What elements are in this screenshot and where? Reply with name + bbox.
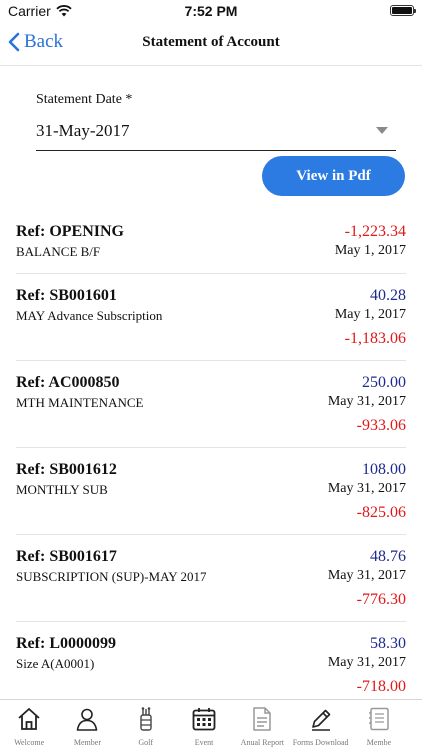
statement-date-value: 31-May-2017	[36, 121, 130, 140]
pencil-icon	[311, 709, 330, 731]
entry-amount: 40.28	[370, 287, 406, 304]
entry-balance: -933.06	[356, 417, 406, 434]
home-icon	[18, 708, 40, 730]
tab-label: Membe	[366, 738, 392, 747]
tab-label: Forms Download	[292, 738, 349, 747]
tab-label: Member	[73, 738, 101, 747]
statement-list[interactable]: Ref: OPENING BALANCE B/F -1,223.34 May 1…	[0, 210, 422, 699]
calendar-icon	[192, 708, 216, 731]
tab-welcome[interactable]: Welcome	[0, 700, 58, 750]
entry-description: MTH MAINTENANCE	[16, 395, 144, 410]
document-icon	[253, 707, 272, 731]
entry-description: MONTHLY SUB	[16, 482, 108, 497]
tab-label: Anual Report	[240, 738, 284, 747]
entry-amount: 108.00	[362, 461, 406, 478]
entry-balance: -825.06	[356, 504, 406, 521]
entry-date: May 31, 2017	[327, 394, 406, 409]
tab-event[interactable]: Event	[175, 700, 233, 750]
list-item[interactable]: Ref: OPENING BALANCE B/F -1,223.34 May 1…	[16, 210, 406, 274]
page-title: Statement of Account	[142, 34, 280, 50]
navigation-bar: Back Statement of Account	[0, 22, 422, 66]
statement-date-label: Statement Date *	[36, 92, 133, 107]
entry-description: BALANCE B/F	[16, 244, 101, 259]
entry-amount: 48.76	[370, 548, 406, 565]
entry-amount: 250.00	[362, 374, 406, 391]
entry-balance: -1,183.06	[344, 330, 406, 347]
entry-amount: 58.30	[370, 635, 406, 652]
tab-label: Event	[194, 738, 214, 747]
golf-bag-icon	[140, 707, 152, 731]
battery-icon	[390, 5, 416, 16]
entry-ref: Ref: AC000850	[16, 374, 120, 391]
entry-description: Size A(A0001)	[16, 656, 95, 671]
entry-description: SUBSCRIPTION (SUP)-MAY 2017	[16, 569, 207, 584]
tab-membership[interactable]: Membe	[350, 700, 408, 750]
entry-ref: Ref: SB001612	[16, 461, 117, 478]
status-bar: Carrier 7:52 PM	[0, 0, 422, 22]
tab-label: Welcome	[14, 738, 45, 747]
entry-date: May 31, 2017	[327, 655, 406, 670]
entry-ref: Ref: SB001617	[16, 548, 117, 565]
list-item[interactable]: Ref: SB001601 MAY Advance Subscription 4…	[16, 274, 406, 361]
entry-amount: -1,223.34	[344, 223, 406, 240]
entry-ref: Ref: OPENING	[16, 223, 124, 240]
tab-annual-report[interactable]: Anual Report	[233, 700, 291, 750]
tab-member[interactable]: Member	[58, 700, 116, 750]
entry-date: May 31, 2017	[327, 481, 406, 496]
entry-date: May 1, 2017	[334, 243, 406, 258]
entry-ref: Ref: L0000099	[16, 635, 116, 652]
list-item[interactable]: Ref: SB001612 MONTHLY SUB 108.00 May 31,…	[16, 448, 406, 535]
entry-balance: -776.30	[356, 591, 406, 608]
entry-date: May 31, 2017	[327, 568, 406, 583]
entry-description: MAY Advance Subscription	[16, 308, 163, 323]
list-item[interactable]: Ref: AC000850 MTH MAINTENANCE 250.00 May…	[16, 361, 406, 448]
tab-forms-download[interactable]: Forms Download	[291, 700, 349, 750]
tab-bar: Welcome Member Golf Event Anual Report F…	[0, 699, 422, 750]
status-time: 7:52 PM	[184, 3, 238, 19]
entry-balance: -718.00	[356, 678, 406, 695]
person-icon	[77, 708, 98, 731]
list-item[interactable]: Ref: L0000099 Size A(A0001) 58.30 May 31…	[16, 622, 406, 699]
statement-date-select[interactable]: 31-May-2017	[36, 118, 396, 151]
dropdown-caret-icon	[376, 127, 388, 134]
book-icon	[368, 707, 389, 731]
entry-ref: Ref: SB001601	[16, 287, 117, 304]
entry-date: May 1, 2017	[334, 307, 406, 322]
list-item[interactable]: Ref: SB001617 SUBSCRIPTION (SUP)-MAY 201…	[16, 535, 406, 622]
tab-golf[interactable]: Golf	[117, 700, 175, 750]
view-pdf-button[interactable]: View in Pdf	[262, 156, 405, 196]
tab-label: Golf	[138, 738, 154, 747]
